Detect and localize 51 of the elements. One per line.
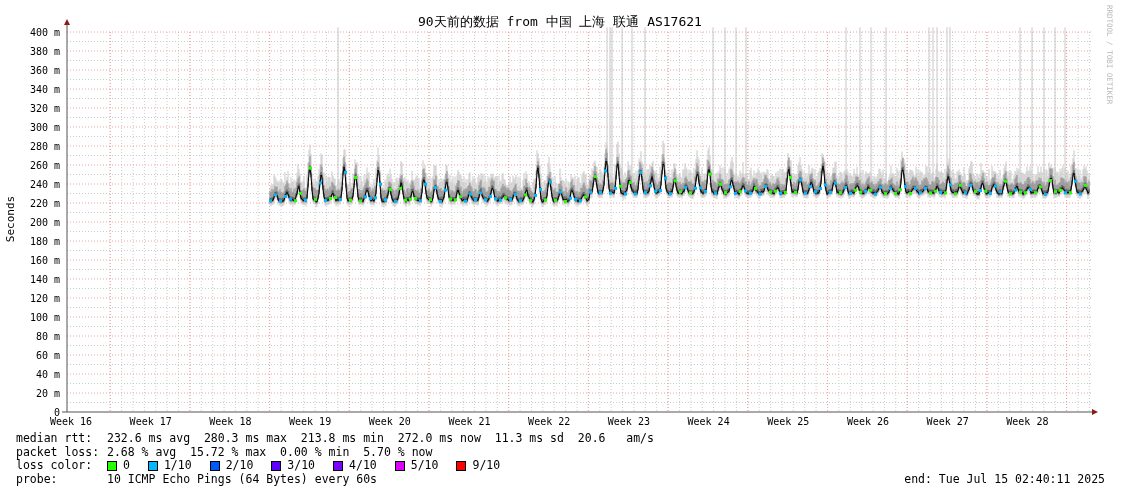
y-tick-label: 240 m [29,178,60,190]
stats-text: 232.6 ms avg 280.3 ms max 213.8 ms min 272.0 ms now 11.3 ms sd 20.6 am/s [107,432,654,446]
x-tick-label: Week 21 [448,416,491,427]
legend-label: packet loss: [16,445,101,459]
x-tick-label: Week 18 [209,416,252,427]
loss-color-label: 0 [123,459,130,473]
x-tick-label: Week 28 [1006,416,1049,427]
y-tick-label: 20 m [35,387,60,399]
y-tick-label: 140 m [29,273,60,285]
y-tick-label: 160 m [29,254,60,266]
y-axis-title: Seconds [4,195,17,243]
y-tick-label: 400 m [29,26,60,38]
probe-text: 10 ICMP Echo Pings (64 Bytes) every 60s [107,472,378,486]
x-tick-label: Week 20 [368,416,411,427]
x-tick-label: Week 24 [687,416,730,427]
y-tick-label: 340 m [29,83,60,95]
legend-label: probe: [16,472,59,486]
x-tick-label: Week 27 [926,416,969,427]
x-tick-label: Week 25 [767,416,810,427]
y-tick-label: 360 m [29,64,60,76]
y-tick-label: 80 m [35,330,60,342]
legend-label: median rtt: [16,432,94,446]
loss-color-label: 1/10 [163,459,192,473]
x-tick-label: Week 17 [129,416,172,427]
chart-title: 90天前的数据 from 中国 上海 联通 AS17621 [418,14,702,29]
stats-text: 2.68 % avg 15.72 % max 0.00 % min 5.70 % now [107,445,433,459]
loss-color-label: 9/10 [472,459,501,473]
y-tick-label: 320 m [29,102,60,114]
x-tick-label: Week 16 [49,416,93,427]
y-tick-label: 100 m [29,311,60,323]
y-tick-label: 220 m [29,197,60,209]
y-tick-label: 380 m [29,45,60,57]
x-tick-label: Week 19 [289,416,332,427]
loss-color-label: 5/10 [410,459,439,473]
x-tick-label: Week 23 [607,416,650,427]
loss-color-label: 4/10 [349,459,377,473]
x-tick-label: Week 26 [846,416,890,427]
y-tick-label: 0 [53,406,60,418]
legend-label: loss color: [16,459,94,473]
y-tick-label: 60 m [35,349,60,361]
y-tick-label: 200 m [29,216,60,228]
y-tick-label: 280 m [29,140,60,152]
y-tick-label: 300 m [29,121,60,133]
y-tick-label: 120 m [29,292,60,304]
x-tick-label: Week 22 [528,416,571,427]
y-tick-label: 260 m [29,159,60,171]
y-tick-label: 40 m [35,368,60,380]
loss-color-label: 2/10 [225,459,254,473]
end-time-text: end: Tue Jul 15 02:40:11 2025 [904,472,1105,486]
loss-color-label: 3/10 [287,459,316,473]
y-tick-label: 180 m [29,235,60,247]
